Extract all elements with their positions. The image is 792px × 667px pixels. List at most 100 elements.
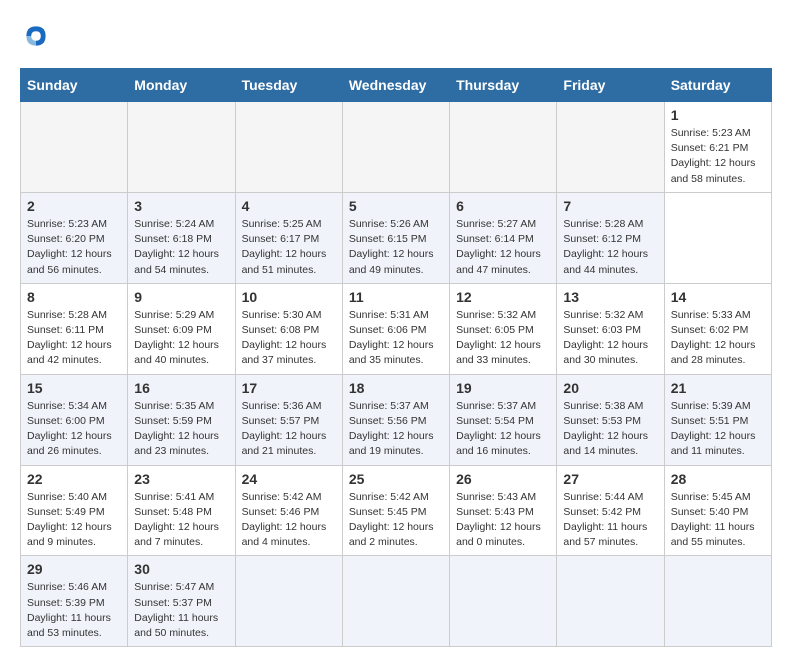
day-number: 21 [671,380,765,396]
day-number: 15 [27,380,121,396]
empty-cell [235,556,342,647]
empty-cell [342,556,449,647]
day-cell-16: 16Sunrise: 5:35 AMSunset: 5:59 PMDayligh… [128,374,235,465]
calendar-week-4: 15 Sunrise: 5:34 AMSunset: 6:00 PMDayligh… [21,374,772,465]
day-number: 9 [134,289,228,305]
day-info: Sunrise: 5:40 AMSunset: 5:49 PMDaylight:… [27,490,121,551]
day-info: Sunrise: 5:28 AMSunset: 6:11 PMDaylight:… [27,308,121,369]
header-wednesday: Wednesday [342,69,449,102]
empty-cell [342,102,449,193]
day-number: 4 [242,198,336,214]
day-info: Sunrise: 5:44 AMSunset: 5:42 PMDaylight:… [563,490,657,551]
day-info: Sunrise: 5:24 AMSunset: 6:18 PMDaylight:… [134,217,228,278]
day-info: Sunrise: 5:23 AMSunset: 6:20 PMDaylight:… [27,217,121,278]
day-info: Sunrise: 5:32 AMSunset: 6:05 PMDaylight:… [456,308,550,369]
day-info: Sunrise: 5:27 AMSunset: 6:14 PMDaylight:… [456,217,550,278]
calendar-week-5: 22 Sunrise: 5:40 AMSunset: 5:49 PMDayligh… [21,465,772,556]
day-info: Sunrise: 5:45 AMSunset: 5:40 PMDaylight:… [671,490,765,551]
day-cell-9: 9 Sunrise: 5:29 AMSunset: 6:09 PMDaylight… [128,283,235,374]
day-info: Sunrise: 5:42 AMSunset: 5:46 PMDaylight:… [242,490,336,551]
header-monday: Monday [128,69,235,102]
logo [20,20,56,52]
day-number: 29 [27,561,121,577]
day-info: Sunrise: 5:30 AMSunset: 6:08 PMDaylight:… [242,308,336,369]
day-info: Sunrise: 5:25 AMSunset: 6:17 PMDaylight:… [242,217,336,278]
day-number: 26 [456,471,550,487]
day-info: Sunrise: 5:32 AMSunset: 6:03 PMDaylight:… [563,308,657,369]
day-number: 19 [456,380,550,396]
day-cell-6: 6 Sunrise: 5:27 AMSunset: 6:14 PMDaylight… [450,192,557,283]
day-number: 7 [563,198,657,214]
day-number: 27 [563,471,657,487]
day-number: 1 [671,107,765,123]
day-cell-2: 2 Sunrise: 5:23 AMSunset: 6:20 PMDaylight… [21,192,128,283]
logo-icon [20,20,52,52]
day-number: 24 [242,471,336,487]
day-cell-23: 23 Sunrise: 5:41 AMSunset: 5:48 PMDayligh… [128,465,235,556]
day-cell-11: 11 Sunrise: 5:31 AMSunset: 6:06 PMDayligh… [342,283,449,374]
day-info: Sunrise: 5:34 AMSunset: 6:00 PMDaylight:… [27,399,121,460]
day-info: Sunrise: 5:43 AMSunset: 5:43 PMDaylight:… [456,490,550,551]
day-cell-15: 15 Sunrise: 5:34 AMSunset: 6:00 PMDayligh… [21,374,128,465]
day-number: 13 [563,289,657,305]
day-info: Sunrise: 5:41 AMSunset: 5:48 PMDaylight:… [134,490,228,551]
day-number: 10 [242,289,336,305]
day-cell-27: 27 Sunrise: 5:44 AMSunset: 5:42 PMDayligh… [557,465,664,556]
day-info: Sunrise: 5:42 AMSunset: 5:45 PMDaylight:… [349,490,443,551]
day-cell-22: 22 Sunrise: 5:40 AMSunset: 5:49 PMDayligh… [21,465,128,556]
header-saturday: Saturday [664,69,771,102]
day-info: Sunrise: 5:37 AMSunset: 5:56 PMDaylight:… [349,399,443,460]
day-number: 14 [671,289,765,305]
day-info: Sunrise: 5:29 AMSunset: 6:09 PMDaylight:… [134,308,228,369]
day-number: 18 [349,380,443,396]
day-info: Sunrise: 5:28 AMSunset: 6:12 PMDaylight:… [563,217,657,278]
day-info: Sunrise: 5:37 AMSunset: 5:54 PMDaylight:… [456,399,550,460]
calendar-week-3: 8 Sunrise: 5:28 AMSunset: 6:11 PMDaylight… [21,283,772,374]
day-cell-29: 29 Sunrise: 5:46 AMSunset: 5:39 PMDayligh… [21,556,128,647]
day-cell-7: 7 Sunrise: 5:28 AMSunset: 6:12 PMDaylight… [557,192,664,283]
day-info: Sunrise: 5:33 AMSunset: 6:02 PMDaylight:… [671,308,765,369]
calendar-header-row: SundayMondayTuesdayWednesdayThursdayFrid… [21,69,772,102]
calendar-table: SundayMondayTuesdayWednesdayThursdayFrid… [20,68,772,647]
empty-cell [21,102,128,193]
day-number: 11 [349,289,443,305]
day-info: Sunrise: 5:39 AMSunset: 5:51 PMDaylight:… [671,399,765,460]
page-header [20,20,772,52]
day-cell-5: 5Sunrise: 5:26 AMSunset: 6:15 PMDaylight… [342,192,449,283]
calendar-week-6: 29 Sunrise: 5:46 AMSunset: 5:39 PMDayligh… [21,556,772,647]
day-info: Sunrise: 5:47 AMSunset: 5:37 PMDaylight:… [134,580,228,641]
day-number: 22 [27,471,121,487]
day-cell-14: 14 Sunrise: 5:33 AMSunset: 6:02 PMDayligh… [664,283,771,374]
day-cell-30: 30Sunrise: 5:47 AMSunset: 5:37 PMDayligh… [128,556,235,647]
day-cell-26: 26 Sunrise: 5:43 AMSunset: 5:43 PMDayligh… [450,465,557,556]
day-number: 25 [349,471,443,487]
day-cell-4: 4 Sunrise: 5:25 AMSunset: 6:17 PMDaylight… [235,192,342,283]
day-cell-13: 13 Sunrise: 5:32 AMSunset: 6:03 PMDayligh… [557,283,664,374]
day-number: 6 [456,198,550,214]
day-number: 23 [134,471,228,487]
day-number: 17 [242,380,336,396]
day-info: Sunrise: 5:46 AMSunset: 5:39 PMDaylight:… [27,580,121,641]
day-number: 8 [27,289,121,305]
day-cell-12: 12 Sunrise: 5:32 AMSunset: 6:05 PMDayligh… [450,283,557,374]
empty-cell [450,556,557,647]
empty-cell [235,102,342,193]
day-cell-25: 25 Sunrise: 5:42 AMSunset: 5:45 PMDayligh… [342,465,449,556]
day-number: 12 [456,289,550,305]
day-cell-18: 18 Sunrise: 5:37 AMSunset: 5:56 PMDayligh… [342,374,449,465]
day-info: Sunrise: 5:36 AMSunset: 5:57 PMDaylight:… [242,399,336,460]
calendar-week-2: 2 Sunrise: 5:23 AMSunset: 6:20 PMDaylight… [21,192,772,283]
day-cell-28: 28Sunrise: 5:45 AMSunset: 5:40 PMDayligh… [664,465,771,556]
header-thursday: Thursday [450,69,557,102]
day-number: 16 [134,380,228,396]
day-cell-20: 20Sunrise: 5:38 AMSunset: 5:53 PMDayligh… [557,374,664,465]
day-number: 20 [563,380,657,396]
day-info: Sunrise: 5:31 AMSunset: 6:06 PMDaylight:… [349,308,443,369]
empty-cell [557,102,664,193]
day-cell-1: 1Sunrise: 5:23 AMSunset: 6:21 PMDaylight… [664,102,771,193]
empty-cell [664,556,771,647]
empty-cell [450,102,557,193]
empty-cell [128,102,235,193]
header-tuesday: Tuesday [235,69,342,102]
day-number: 2 [27,198,121,214]
